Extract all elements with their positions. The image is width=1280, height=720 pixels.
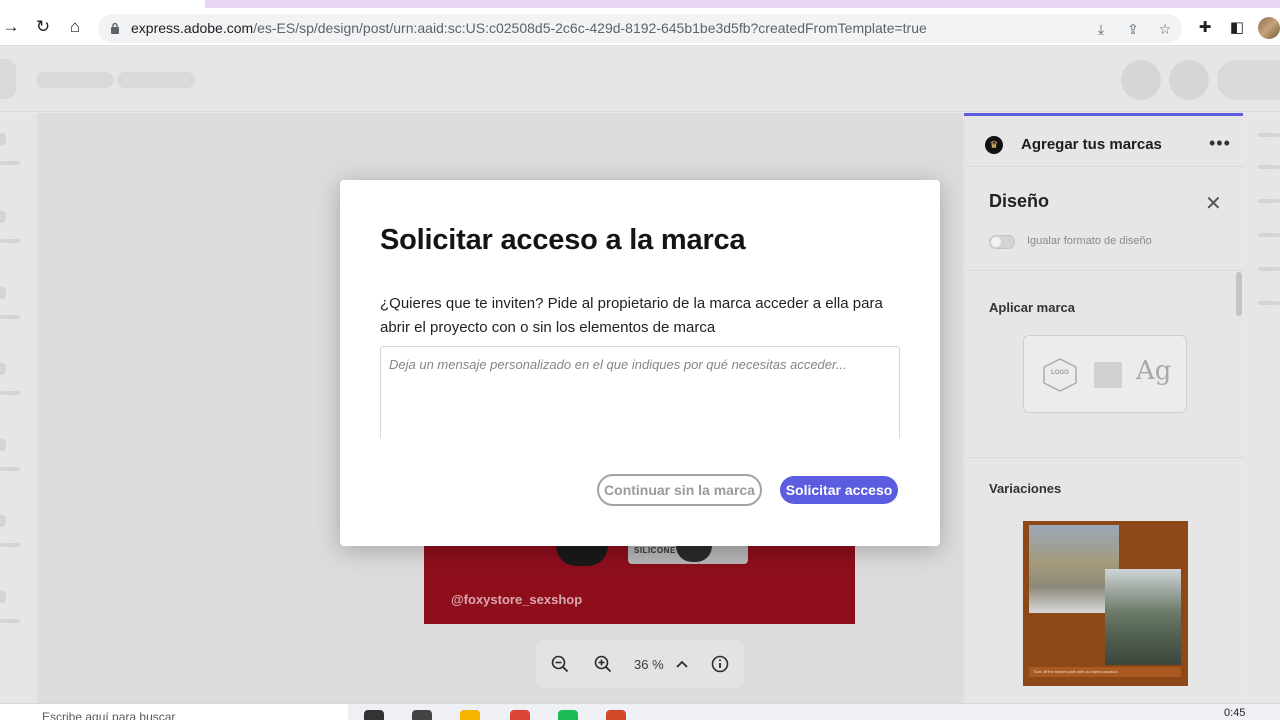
- product-box-label: SILICONE: [634, 546, 676, 555]
- header-placeholder-circle: [1169, 60, 1209, 100]
- font-sample: Ag: [1136, 356, 1172, 386]
- powerpoint-icon[interactable]: [606, 710, 626, 720]
- toggle-label: Igualar formato de diseño: [1027, 235, 1152, 247]
- rail-item: [0, 161, 20, 165]
- taskbar-search[interactable]: Escribe aquí para buscar: [0, 704, 348, 720]
- logo-placeholder-text: LOGO: [1051, 370, 1069, 376]
- request-access-button[interactable]: Solicitar acceso: [780, 476, 898, 504]
- rail-item: [1258, 133, 1280, 137]
- system-clock[interactable]: 0:45: [1224, 707, 1245, 719]
- info-icon[interactable]: [710, 654, 730, 674]
- divider: [965, 457, 1244, 458]
- panel-scrollbar[interactable]: [1236, 272, 1242, 316]
- url-host: express.adobe.com: [131, 20, 254, 36]
- reload-icon[interactable]: ↻: [32, 16, 54, 38]
- share-icon[interactable]: ⇪: [1124, 20, 1142, 38]
- extensions-puzzle-icon[interactable]: ✚: [1195, 17, 1215, 37]
- bookmark-star-icon[interactable]: ☆: [1156, 20, 1174, 38]
- home-icon[interactable]: ⌂: [64, 16, 86, 38]
- rail-item: [1258, 301, 1280, 305]
- brand-title[interactable]: Agregar tus marcas: [1021, 136, 1162, 153]
- lock-icon: [111, 22, 119, 34]
- rail-item[interactable]: [0, 363, 6, 375]
- color-swatch: [1094, 362, 1122, 388]
- app-header: [0, 47, 1280, 112]
- rail-item: [0, 239, 20, 243]
- taskbar-search-text: Escribe aquí para buscar: [42, 710, 176, 720]
- right-panel: ♛ Agregar tus marcas ••• Diseño ✕ Iguala…: [964, 113, 1244, 703]
- forward-icon[interactable]: →: [0, 16, 22, 38]
- taskbar: Escribe aquí para buscar 0:45: [0, 703, 1280, 720]
- zoom-out-icon[interactable]: [550, 654, 570, 674]
- header-placeholder: [0, 59, 16, 99]
- file-explorer-icon[interactable]: [460, 710, 480, 720]
- close-icon[interactable]: ✕: [1205, 191, 1222, 216]
- install-icon[interactable]: ⤓: [1092, 20, 1110, 38]
- chrome-icon[interactable]: [510, 710, 530, 720]
- rail-item: [0, 315, 20, 319]
- match-layout-toggle[interactable]: [989, 235, 1015, 249]
- header-placeholder: [1217, 60, 1280, 100]
- crown-icon: ♛: [985, 136, 1003, 154]
- message-input[interactable]: [380, 346, 900, 438]
- right-rail: [1244, 113, 1280, 703]
- spotify-icon[interactable]: [558, 710, 578, 720]
- left-rail: [0, 113, 37, 703]
- rail-item[interactable]: [0, 515, 6, 527]
- variation-caption: Tuck off the beaten path with our latest…: [1029, 667, 1181, 677]
- variation-thumbnail[interactable]: Tuck off the beaten path with our latest…: [1023, 521, 1188, 686]
- browser-toolbar: → ↻ ⌂ express.adobe.com/es-ES/sp/design/…: [0, 0, 1280, 46]
- url-text: express.adobe.com/es-ES/sp/design/post/u…: [131, 20, 927, 36]
- widgets-icon[interactable]: [412, 710, 432, 720]
- more-options-icon[interactable]: •••: [1209, 133, 1231, 154]
- zoom-toolbar: 36 %: [536, 640, 744, 688]
- header-placeholder-circle: [1121, 60, 1161, 100]
- rail-item: [1258, 233, 1280, 237]
- dialog-title: Solicitar acceso a la marca: [380, 224, 746, 256]
- rail-item[interactable]: [0, 211, 6, 223]
- rail-item: [0, 467, 20, 471]
- profile-avatar[interactable]: [1258, 17, 1280, 39]
- rail-item[interactable]: [0, 439, 6, 451]
- design-section-title: Diseño: [989, 191, 1050, 211]
- rail-item: [1258, 199, 1280, 203]
- header-placeholder: [36, 72, 114, 88]
- divider: [965, 270, 1244, 271]
- rail-item[interactable]: [0, 287, 6, 299]
- rail-item: [0, 543, 20, 547]
- continue-without-brand-button[interactable]: Continuar sin la marca: [597, 474, 762, 506]
- chevron-up-icon[interactable]: [672, 654, 692, 674]
- rail-item[interactable]: [0, 133, 6, 145]
- tab-strip: [205, 0, 1280, 8]
- panel-accent-bar: [964, 113, 1243, 116]
- rail-item: [1258, 267, 1280, 271]
- rail-item: [1258, 165, 1280, 169]
- social-handle-text[interactable]: @foxystore_sexshop: [451, 592, 582, 607]
- rail-item: [0, 619, 20, 623]
- url-path: /es-ES/sp/design/post/urn:aaid:sc:US:c02…: [253, 20, 927, 36]
- side-panel-icon[interactable]: ◧: [1227, 17, 1247, 37]
- rail-item[interactable]: [0, 591, 6, 603]
- dialog-description: ¿Quieres que te inviten? Pide al propiet…: [380, 295, 883, 336]
- apply-brand-title: Aplicar marca: [989, 300, 1075, 315]
- rail-item: [0, 391, 20, 395]
- header-placeholder: [117, 72, 195, 88]
- address-bar[interactable]: express.adobe.com/es-ES/sp/design/post/u…: [98, 14, 1182, 43]
- request-brand-access-dialog: Solicitar acceso a la marca ¿Quieres que…: [340, 180, 940, 546]
- brand-header: ♛ Agregar tus marcas •••: [965, 116, 1244, 167]
- zoom-value[interactable]: 36 %: [634, 657, 664, 672]
- variations-title: Variaciones: [989, 481, 1062, 496]
- variation-photo: [1105, 569, 1181, 665]
- apply-brand-card[interactable]: LOGO Ag: [1023, 335, 1187, 413]
- zoom-in-icon[interactable]: [593, 654, 613, 674]
- task-view-icon[interactable]: [364, 710, 384, 720]
